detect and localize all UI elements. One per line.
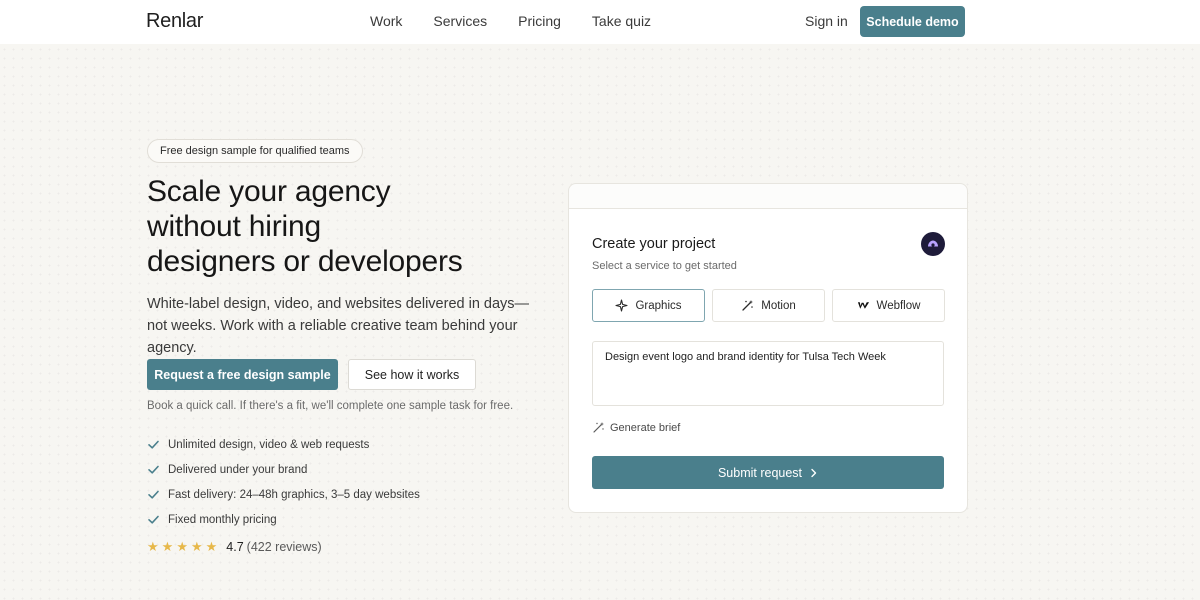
rating-count: (422 reviews)	[246, 540, 322, 554]
card-title: Create your project	[592, 236, 716, 252]
hero-headline: Scale your agency without hiring designe…	[147, 174, 507, 279]
card-subtitle: Select a service to get started	[592, 260, 737, 272]
hero-subtext: White-label design, video, and websites …	[147, 296, 530, 356]
generate-brief-button[interactable]: Generate brief	[592, 421, 680, 434]
tab-motion[interactable]: Motion	[712, 289, 825, 322]
webflow-icon	[857, 299, 870, 312]
tab-graphics[interactable]: Graphics	[592, 289, 705, 322]
headline-line-1: Scale your agency	[147, 175, 391, 208]
schedule-demo-button[interactable]: Schedule demo	[860, 6, 965, 37]
feature-item: Fast delivery: 24–48h graphics, 3–5 day …	[147, 482, 420, 507]
check-icon	[147, 438, 160, 451]
see-how-it-works-button[interactable]: See how it works	[348, 359, 476, 390]
nav-link-pricing[interactable]: Pricing	[518, 13, 561, 29]
submit-label: Submit request	[717, 465, 803, 480]
headline-line-3: designers or developers	[147, 245, 463, 278]
generate-brief-label: Generate brief	[610, 421, 681, 434]
tab-label: Graphics	[635, 299, 682, 312]
project-request-input[interactable]: Design event logo and brand identity for…	[592, 341, 944, 406]
sparkle-icon	[615, 299, 629, 312]
feature-text: Fixed monthly pricing	[168, 513, 277, 526]
feature-item: Fixed monthly pricing	[147, 507, 420, 532]
feature-text: Unlimited design, video & web requests	[168, 438, 370, 451]
tab-label: Webflow	[876, 299, 921, 312]
rating: ★ ★ ★ ★ ★ 4.7 (422 reviews)	[147, 539, 322, 555]
project-card-body: Create your project Select a service to …	[569, 208, 967, 512]
star-icon: ★	[190, 539, 203, 554]
request-sample-button[interactable]: Request a free design sample	[147, 359, 338, 390]
nav-link-services[interactable]: Services	[433, 13, 487, 29]
headline-line-2: without hiring	[147, 210, 321, 243]
submit-request-button[interactable]: Submit request	[592, 456, 944, 489]
logo[interactable]: Renlar	[146, 10, 203, 33]
promo-badge: Free design sample for qualified teams	[147, 139, 363, 163]
sign-in-link[interactable]: Sign in	[805, 13, 848, 29]
rating-score: 4.7	[226, 540, 244, 554]
check-icon	[147, 488, 160, 501]
feature-item: Delivered under your brand	[147, 457, 420, 482]
star-icon: ★	[161, 539, 174, 554]
service-tabs: Graphics Motion Webflow	[592, 289, 952, 322]
star-icon: ★	[147, 539, 159, 554]
brand-avatar-icon	[921, 232, 945, 256]
nav-link-work[interactable]: Work	[370, 13, 402, 29]
star-icon: ★	[205, 539, 218, 554]
magic-wand-icon	[741, 299, 754, 312]
check-icon	[147, 513, 160, 526]
nav-link-take-quiz[interactable]: Take quiz	[592, 13, 651, 29]
star-icon: ★	[176, 539, 188, 554]
hero-note: Book a quick call. If there's a fit, we'…	[147, 400, 514, 412]
nav-links: Work Services Pricing Take quiz	[370, 13, 682, 29]
check-icon	[147, 463, 160, 476]
top-nav: Renlar Work Services Pricing Take quiz S…	[0, 0, 1200, 44]
tab-label: Motion	[761, 299, 796, 312]
feature-item: Unlimited design, video & web requests	[147, 432, 420, 457]
feature-text: Delivered under your brand	[168, 463, 308, 476]
tab-webflow[interactable]: Webflow	[832, 289, 945, 322]
feature-list: Unlimited design, video & web requests D…	[147, 432, 420, 532]
feature-text: Fast delivery: 24–48h graphics, 3–5 day …	[168, 488, 420, 501]
project-card: Create your project Select a service to …	[568, 183, 968, 513]
chevron-right-icon	[810, 468, 818, 478]
magic-wand-icon	[592, 421, 605, 434]
